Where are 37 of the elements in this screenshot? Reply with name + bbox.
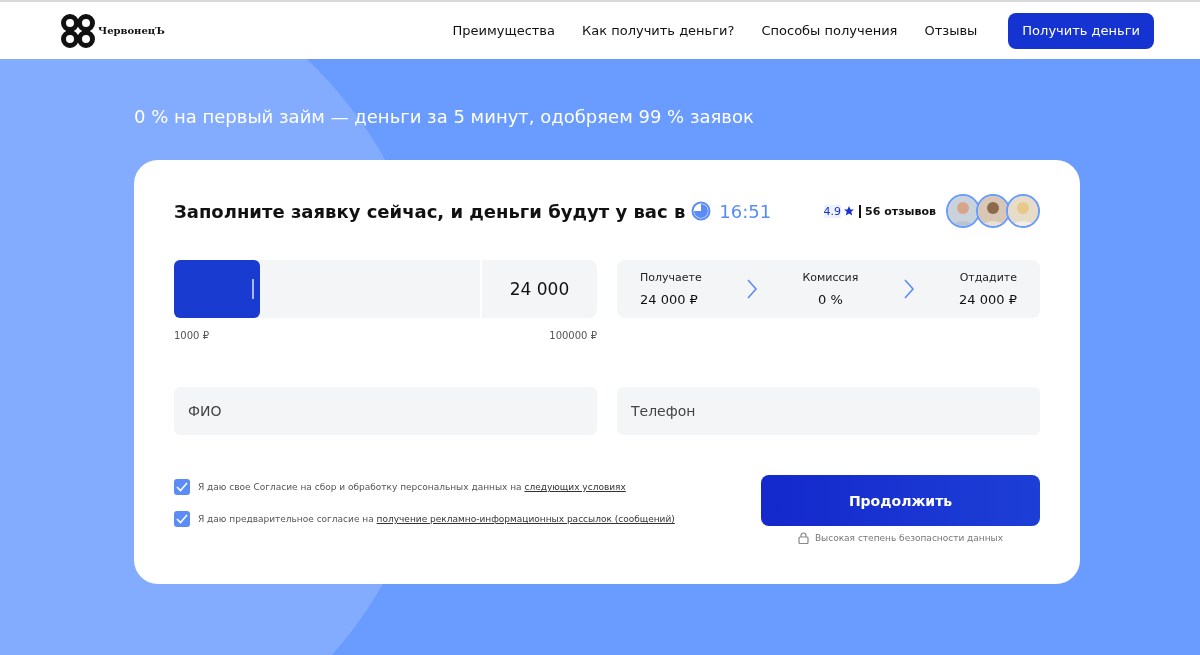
chevron-right-icon xyxy=(902,278,915,300)
clock-icon xyxy=(691,201,712,221)
star-icon xyxy=(843,205,856,217)
get-money-button[interactable]: Получить деньги xyxy=(1008,12,1154,49)
card-title: Заполните заявку сейчас, и деньги будут у вас в xyxy=(174,200,686,222)
summary-label: Получаете xyxy=(640,271,702,284)
consent-text: Я даю свое Согласие на сбор и обработку персональных данных на следующих условиях xyxy=(198,482,626,492)
terms-link[interactable]: следующих условиях xyxy=(524,482,626,492)
min-amount: 1000 ₽ xyxy=(174,330,209,341)
headline: 0 % на первый займ — деньги за 5 минут, одобряем 99 % заявок xyxy=(134,106,755,127)
checkbox[interactable] xyxy=(174,479,190,495)
amount-value: 24 000 xyxy=(482,260,597,318)
logo-text: ЧервонецЪ xyxy=(98,25,165,36)
security-note: Высокая степень безопасности данных xyxy=(814,533,1004,543)
input-field[interactable]: ФИО xyxy=(174,387,597,435)
continue-button[interactable]: Продолжить xyxy=(761,475,1040,526)
logo-icon xyxy=(60,13,96,48)
summary-value: 0 % xyxy=(818,292,843,307)
nav-link[interactable]: Преимущества xyxy=(452,23,555,38)
rating: 4.9 xyxy=(823,204,842,218)
lock-icon xyxy=(797,532,809,544)
summary-value: 24 000 ₽ xyxy=(640,292,698,307)
summary-label: Комиссия xyxy=(802,271,859,284)
summary-label: Отдадите xyxy=(959,271,1017,284)
checkbox[interactable] xyxy=(174,511,190,527)
nav-link[interactable]: Отзывы xyxy=(924,23,978,38)
max-amount: 100000 ₽ xyxy=(549,330,597,341)
chevron-right-icon xyxy=(746,278,759,300)
input-field[interactable]: Телефон xyxy=(617,387,1040,435)
amount-slider[interactable] xyxy=(174,260,480,318)
reviews-count: 56 отзывов xyxy=(859,204,936,218)
summary-value: 24 000 ₽ xyxy=(959,292,1017,307)
consent-text: Я даю предварительное согласие на получение рекламно-информационных рассылок (сообщений) xyxy=(198,514,675,524)
nav-link[interactable]: Как получить деньги? xyxy=(582,23,735,38)
countdown-time: 16:51 xyxy=(719,200,772,222)
nav-link[interactable]: Способы получения xyxy=(761,23,898,38)
terms-link[interactable]: получение рекламно-информационных рассылок (сообщений) xyxy=(376,514,675,524)
